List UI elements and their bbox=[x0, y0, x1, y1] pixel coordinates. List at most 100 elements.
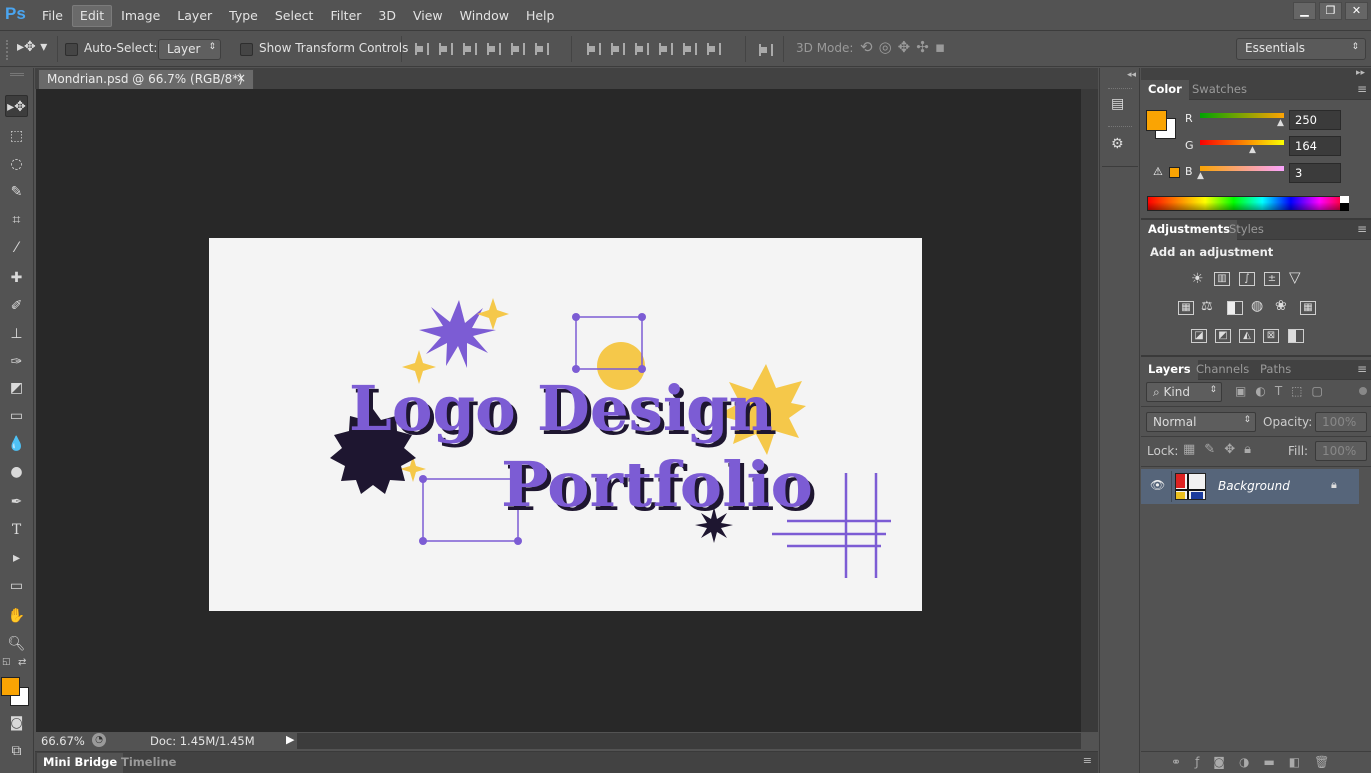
blend-mode-dropdown[interactable]: Normal ⇕ bbox=[1146, 412, 1256, 432]
brush-tool-icon[interactable]: ✐ bbox=[5, 295, 28, 317]
smart-object-filter-icon[interactable]: ▢ bbox=[1312, 384, 1332, 398]
3d-slide-icon[interactable]: ✣ bbox=[916, 38, 935, 56]
distribute-left-icon[interactable] bbox=[657, 42, 673, 56]
distribute-bottom-icon[interactable] bbox=[633, 42, 649, 56]
eyedropper-tool-icon[interactable]: ⁄ bbox=[5, 237, 28, 259]
menu-window[interactable]: Window bbox=[452, 5, 517, 27]
add-mask-icon[interactable]: ◙ bbox=[1213, 755, 1239, 769]
channel-mixer-icon[interactable]: ❀ bbox=[1275, 298, 1287, 314]
zoom-tool-icon[interactable]: 🔍︎ bbox=[5, 633, 28, 655]
minimize-icon[interactable]: ▁ bbox=[1293, 2, 1316, 20]
filter-toggle-icon[interactable] bbox=[1359, 387, 1367, 395]
g-slider-thumb[interactable]: ▲ bbox=[1249, 145, 1256, 155]
fill-field[interactable]: 100% bbox=[1315, 441, 1367, 461]
b-slider[interactable] bbox=[1200, 166, 1284, 171]
shape-filter-icon[interactable]: ⬚ bbox=[1291, 384, 1311, 398]
color-balance-icon[interactable]: ⚖ bbox=[1201, 299, 1213, 314]
default-colors-icon[interactable]: ◱ bbox=[2, 657, 11, 667]
new-layer-icon[interactable]: ◧ bbox=[1289, 755, 1314, 769]
posterize-icon[interactable]: ◩ bbox=[1215, 329, 1231, 343]
gradient-tool-icon[interactable]: ▭ bbox=[5, 405, 28, 427]
quick-select-tool-icon[interactable]: ✎ bbox=[5, 181, 28, 203]
pixel-filter-icon[interactable]: ▣ bbox=[1235, 384, 1255, 398]
panel-menu-icon[interactable]: ≡ bbox=[1357, 82, 1367, 96]
move-tool-icon[interactable]: ▸✥ ▾ bbox=[17, 39, 47, 55]
document-tab-close-icon[interactable]: × bbox=[236, 71, 246, 85]
visibility-eye-icon[interactable]: 👁︎ bbox=[1150, 478, 1165, 492]
color-fg-swatch[interactable] bbox=[1146, 110, 1167, 131]
history-panel-icon[interactable]: ▤ bbox=[1111, 96, 1124, 112]
type-filter-icon[interactable]: T bbox=[1275, 384, 1291, 398]
r-slider-thumb[interactable]: ▲ bbox=[1277, 118, 1284, 128]
history-brush-tool-icon[interactable]: ✑ bbox=[5, 351, 28, 373]
close-icon[interactable]: ✕ bbox=[1345, 2, 1368, 20]
align-hcenter-icon[interactable] bbox=[509, 42, 525, 56]
rectangle-tool-icon[interactable]: ▭ bbox=[5, 575, 28, 597]
zoom-level[interactable]: 66.67% bbox=[41, 734, 85, 748]
share-icon[interactable]: ◔ bbox=[92, 733, 106, 747]
align-bottom-icon[interactable] bbox=[461, 42, 477, 56]
blur-tool-icon[interactable]: 💧 bbox=[5, 433, 28, 455]
new-adjustment-icon[interactable]: ◑ bbox=[1239, 755, 1263, 769]
g-value-field[interactable]: 164 bbox=[1289, 136, 1341, 156]
photo-filter-icon[interactable]: ◍ bbox=[1251, 298, 1263, 314]
pen-tool-icon[interactable]: ✒ bbox=[5, 491, 28, 513]
delete-layer-icon[interactable]: 🗑︎ bbox=[1314, 755, 1343, 769]
tab-timeline[interactable]: Timeline bbox=[115, 753, 182, 773]
horizontal-scrollbar[interactable] bbox=[297, 733, 1081, 749]
menu-file[interactable]: File bbox=[34, 5, 71, 27]
align-top-icon[interactable] bbox=[413, 42, 429, 56]
lock-all-icon[interactable]: 🔒︎ bbox=[1244, 442, 1260, 457]
3d-roll-icon[interactable]: ◎ bbox=[879, 38, 898, 56]
r-value-field[interactable]: 250 bbox=[1289, 110, 1341, 130]
r-slider[interactable] bbox=[1200, 113, 1284, 118]
3d-pan-icon[interactable]: ✥ bbox=[898, 38, 917, 56]
exposure-icon[interactable]: ± bbox=[1264, 272, 1280, 286]
adjustment-filter-icon[interactable]: ◐ bbox=[1255, 384, 1274, 398]
lock-transparent-icon[interactable]: ▦ bbox=[1183, 442, 1204, 457]
new-group-icon[interactable]: ▬ bbox=[1263, 755, 1288, 769]
spectrum-white[interactable] bbox=[1340, 196, 1349, 203]
quick-mask-icon[interactable]: ◙ bbox=[5, 712, 28, 734]
properties-panel-icon[interactable]: ⚙ bbox=[1111, 136, 1124, 152]
lock-position-icon[interactable]: ✥ bbox=[1224, 442, 1244, 457]
distribute-hcenter-icon[interactable] bbox=[681, 42, 697, 56]
tab-color[interactable]: Color bbox=[1141, 80, 1189, 100]
workspace-dropdown[interactable]: Essentials ⇕ bbox=[1236, 38, 1366, 60]
lasso-tool-icon[interactable]: ◌ bbox=[5, 153, 28, 175]
b-value-field[interactable]: 3 bbox=[1289, 163, 1341, 183]
spectrum-black[interactable] bbox=[1340, 203, 1349, 211]
hue-saturation-icon[interactable]: ▦ bbox=[1178, 301, 1194, 315]
gamut-color-chip[interactable] bbox=[1169, 167, 1180, 178]
menu-layer[interactable]: Layer bbox=[169, 5, 220, 27]
levels-icon[interactable]: ▥ bbox=[1214, 272, 1230, 286]
clone-stamp-tool-icon[interactable]: ⊥ bbox=[5, 323, 28, 345]
restore-icon[interactable]: ❐ bbox=[1319, 2, 1342, 20]
layer-filter-dropdown[interactable]: ⌕ Kind ⇕ bbox=[1146, 382, 1222, 402]
menu-help[interactable]: Help bbox=[518, 5, 563, 27]
swap-colors-icon[interactable]: ⇄ bbox=[18, 657, 26, 668]
canvas-area[interactable]: Logo Design Logo Design Portfolio Portfo… bbox=[36, 89, 1081, 732]
status-menu-arrow-icon[interactable]: ▶ bbox=[286, 733, 294, 746]
panel-menu-icon[interactable]: ≡ bbox=[1083, 754, 1092, 767]
lock-pixels-icon[interactable]: ✎ bbox=[1204, 442, 1224, 457]
panel-menu-icon[interactable]: ≡ bbox=[1357, 222, 1367, 236]
align-right-icon[interactable] bbox=[533, 42, 549, 56]
distribute-vcenter-icon[interactable] bbox=[609, 42, 625, 56]
brightness-contrast-icon[interactable]: ☀ bbox=[1191, 271, 1204, 287]
panel-menu-icon[interactable]: ≡ bbox=[1357, 362, 1367, 376]
menu-select[interactable]: Select bbox=[267, 5, 322, 27]
screen-mode-icon[interactable]: ⧉ bbox=[5, 740, 28, 762]
tab-channels[interactable]: Channels bbox=[1189, 360, 1256, 380]
eraser-tool-icon[interactable]: ◩ bbox=[5, 377, 28, 399]
fx-icon[interactable]: ƒ bbox=[1195, 755, 1213, 769]
gradient-map-icon[interactable]: ⊠ bbox=[1263, 329, 1279, 343]
marquee-tool-icon[interactable]: ⬚ bbox=[5, 125, 28, 147]
document-canvas[interactable]: Logo Design Logo Design Portfolio Portfo… bbox=[209, 238, 922, 611]
show-transform-checkbox[interactable] bbox=[240, 43, 253, 56]
tab-swatches[interactable]: Swatches bbox=[1185, 80, 1254, 100]
color-spectrum-bar[interactable] bbox=[1147, 196, 1349, 211]
link-layers-icon[interactable]: ⚭ bbox=[1171, 755, 1195, 769]
path-selection-tool-icon[interactable]: ▸ bbox=[5, 547, 28, 569]
tab-mini-bridge[interactable]: Mini Bridge bbox=[37, 753, 124, 773]
